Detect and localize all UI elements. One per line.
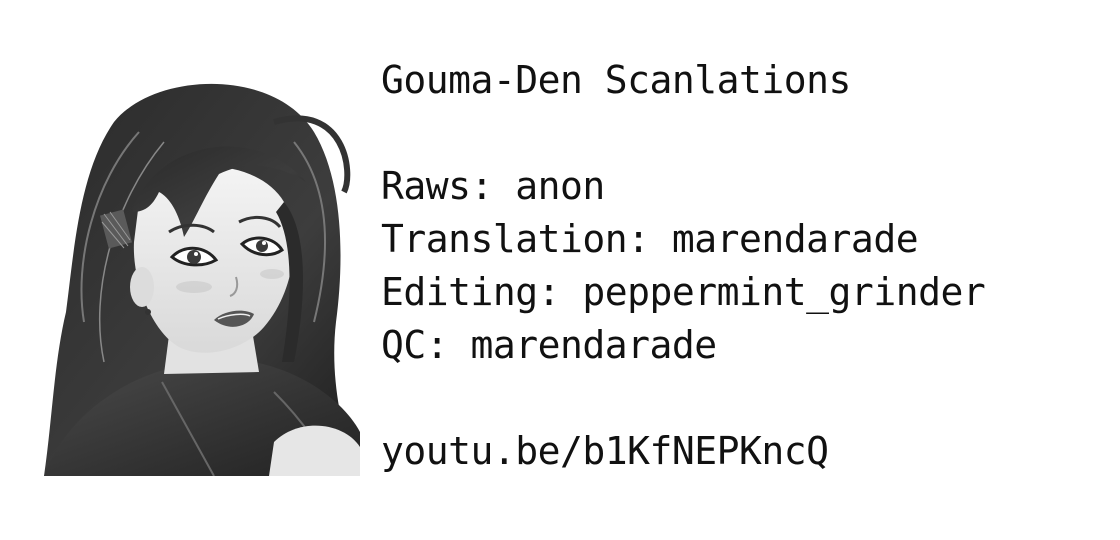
credit-editing: Editing: peppermint_grinder <box>381 270 986 314</box>
video-link[interactable]: youtu.be/b1KfNEPKncQ <box>381 425 1111 478</box>
credit-qc: QC: marendarade <box>381 323 717 367</box>
credit-translation: Translation: marendarade <box>381 217 919 261</box>
credits-block: Gouma-Den Scanlations Raws: anon Transla… <box>381 54 1111 478</box>
group-name: Gouma-Den Scanlations <box>381 58 851 102</box>
character-illustration <box>44 62 360 476</box>
credit-raws: Raws: anon <box>381 164 605 208</box>
